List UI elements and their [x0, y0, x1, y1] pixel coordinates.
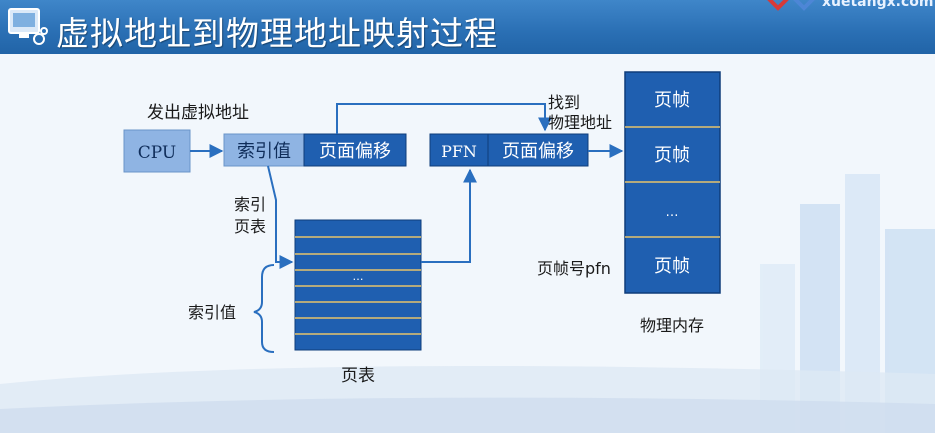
- arrow-page-table-to-pfn: [421, 168, 477, 263]
- page-table-label: 页表: [341, 366, 375, 386]
- index-brace: [253, 264, 275, 353]
- virtual-offset-label: 页面偏移: [319, 141, 391, 162]
- virtual-index-label: 索引值: [237, 141, 291, 162]
- pfn-label: PFN: [441, 142, 477, 161]
- cpu-label: CPU: [138, 143, 176, 163]
- memory-frame-2: 页帧: [654, 145, 690, 166]
- index-pt-label-line1: 索引: [234, 195, 266, 214]
- mapping-diagram: 发出虚拟地址 CPU 索引值 页面偏移 找到 物理地址 索引 页表 … 页表 索…: [123, 71, 721, 386]
- index-pt-label-line2: 页表: [234, 217, 266, 236]
- arrow-index-to-page-table: [267, 165, 294, 269]
- physical-offset-label: 页面偏移: [502, 141, 574, 162]
- index-brace-label: 索引值: [188, 303, 236, 322]
- physical-memory-label: 物理内存: [640, 316, 704, 335]
- memory-frame-3: 页帧: [654, 256, 690, 277]
- pfn-number-label: 页帧号pfn: [537, 259, 611, 278]
- arrow-offset-to-physical: [336, 103, 552, 134]
- find-label-line2: 物理地址: [548, 113, 612, 132]
- page-table-dots: …: [353, 270, 364, 283]
- memory-frame-dots: …: [666, 205, 679, 220]
- issue-address-label: 发出虚拟地址: [147, 103, 249, 123]
- memory-frame-1: 页帧: [654, 90, 690, 111]
- find-label-line1: 找到: [548, 93, 580, 112]
- page-table: [294, 219, 422, 351]
